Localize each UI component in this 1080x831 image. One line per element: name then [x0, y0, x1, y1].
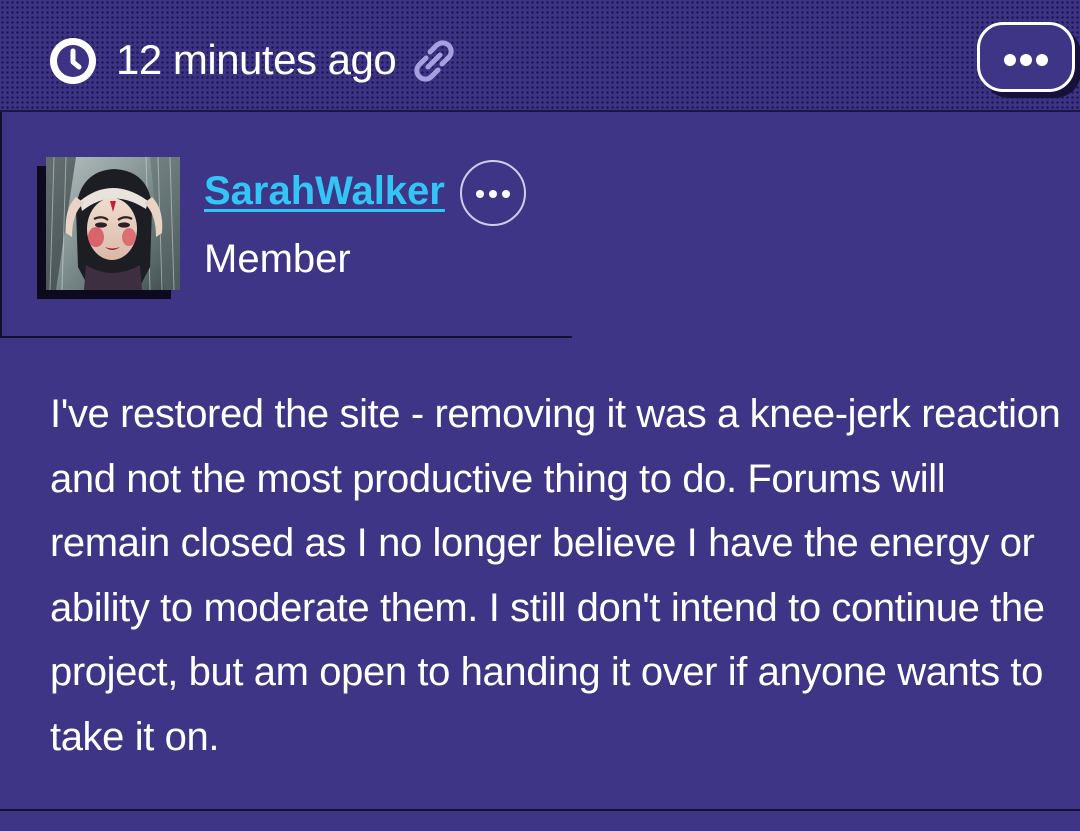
avatar-image	[46, 157, 180, 290]
clock-icon	[50, 38, 96, 84]
avatar[interactable]	[46, 157, 180, 290]
link-icon[interactable]	[408, 35, 460, 87]
post-divider	[0, 809, 1080, 811]
more-horizontal-icon	[1004, 54, 1016, 66]
post-options-button[interactable]	[977, 22, 1075, 92]
more-horizontal-icon	[476, 190, 484, 198]
user-options-button[interactable]	[460, 160, 526, 226]
author-role: Member	[204, 237, 351, 281]
author-username[interactable]: SarahWalker	[204, 166, 445, 216]
post-body: I've restored the site - removing it was…	[50, 382, 1065, 769]
post-header-bar: 12 minutes ago	[0, 0, 1080, 112]
post-text: I've restored the site - removing it was…	[50, 392, 1061, 759]
post-timestamp[interactable]: 12 minutes ago	[116, 34, 397, 86]
